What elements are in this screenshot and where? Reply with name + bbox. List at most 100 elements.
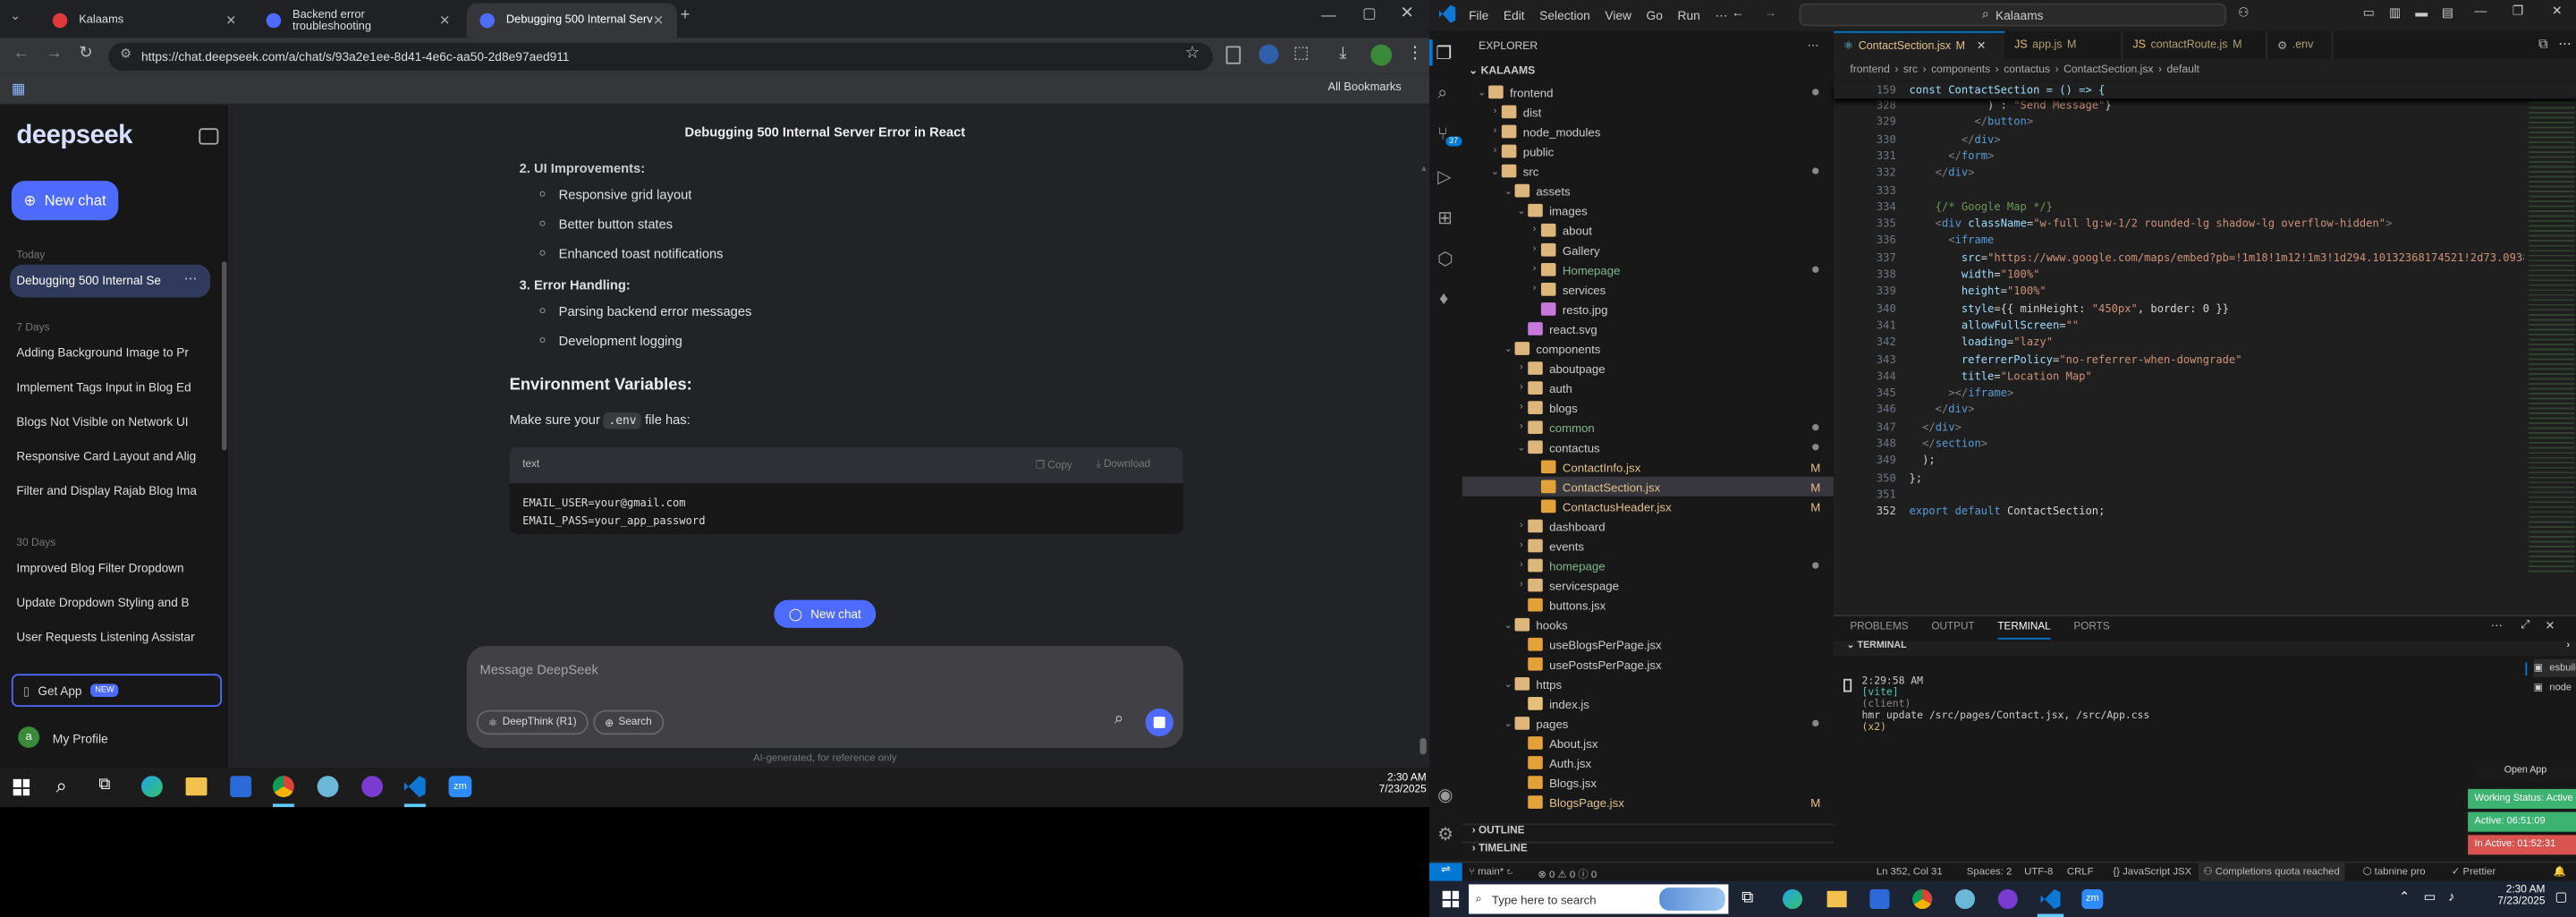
- split-editor-icon[interactable]: ⧉: [2538, 36, 2548, 52]
- new-tab-button[interactable]: +: [681, 6, 691, 24]
- vs-close-button[interactable]: ✕: [2552, 4, 2563, 19]
- tree-item[interactable]: About.jsx: [1462, 733, 1834, 752]
- history-item[interactable]: Adding Background Image to Pr: [16, 345, 197, 361]
- maximize-button[interactable]: ▢: [1362, 5, 1377, 23]
- terminal-instance[interactable]: ▣esbuildfrontend: [2533, 658, 2576, 677]
- maximize-panel-icon[interactable]: ⤢: [2521, 620, 2529, 633]
- task-view-icon[interactable]: ⧉: [1741, 889, 1753, 907]
- menu-item[interactable]: View: [1605, 8, 1631, 23]
- menu-item[interactable]: Edit: [1504, 8, 1525, 23]
- editor-tab[interactable]: ⚛ ContactSection.jsx M ✕: [1833, 30, 2005, 60]
- windows-start-icon[interactable]: [1442, 890, 1460, 908]
- tree-item[interactable]: › Gallery: [1462, 240, 1834, 259]
- close-window-button[interactable]: ✕: [1400, 5, 1413, 23]
- tree-item[interactable]: › aboutpage: [1462, 359, 1834, 378]
- tree-item[interactable]: usePostsPerPage.jsx: [1462, 654, 1834, 674]
- code-line[interactable]: </form>: [1909, 149, 1994, 163]
- code-line[interactable]: </section>: [1909, 437, 1987, 451]
- indentation[interactable]: Spaces: 2: [1967, 866, 2012, 878]
- workspace-root[interactable]: ⌄ KALAAMS: [1469, 64, 1535, 77]
- code-line[interactable]: </button>: [1909, 115, 2033, 129]
- code-line[interactable]: </div>: [1909, 420, 1962, 434]
- toggle-panel-icon[interactable]: ▬: [2415, 5, 2428, 21]
- code-line[interactable]: ) : "Send Message"}: [1909, 98, 2112, 112]
- chat-options-icon[interactable]: ⋯: [184, 271, 198, 286]
- editor-tab[interactable]: JS app.js M: [2004, 30, 2123, 60]
- history-item[interactable]: Blogs Not Visible on Network UI: [16, 414, 197, 429]
- history-item[interactable]: Responsive Card Layout and Alig: [16, 449, 197, 464]
- forward-icon[interactable]: →: [46, 45, 62, 63]
- task-view-icon[interactable]: ⧉: [98, 776, 110, 794]
- get-app-button[interactable]: ▯ Get App NEW: [11, 674, 223, 708]
- tree-item[interactable]: ⌄ hooks: [1462, 615, 1834, 634]
- history-item[interactable]: Improved Blog Filter Dropdown: [16, 561, 197, 576]
- copy-button[interactable]: ❐ Copy: [1035, 459, 1072, 471]
- volume-icon[interactable]: ♪: [2448, 889, 2454, 904]
- app-icon[interactable]: [317, 776, 339, 798]
- encoding[interactable]: UTF-8: [2024, 866, 2053, 878]
- tree-item[interactable]: ⌄ contactus: [1462, 437, 1834, 457]
- search-view-icon[interactable]: ⌕: [1437, 84, 1447, 106]
- tree-item[interactable]: ⌄ assets: [1462, 181, 1834, 200]
- bookmark-star-icon[interactable]: ☆: [1185, 45, 1199, 63]
- menu-item[interactable]: Selection: [1539, 8, 1590, 23]
- tabnine-status[interactable]: ⬡ tabnine pro: [2363, 866, 2426, 878]
- user-avatar[interactable]: a: [18, 726, 40, 748]
- scroll-up-icon[interactable]: ▲: [1419, 165, 1428, 174]
- terminal-scrollbar[interactable]: [2525, 662, 2528, 676]
- browser-tab[interactable]: Kalaams ✕: [39, 4, 250, 38]
- attach-icon[interactable]: ⌕: [1114, 710, 1123, 728]
- notifications-icon[interactable]: 🔔: [2554, 864, 2566, 878]
- search-toggle[interactable]: ⊕ Search: [593, 709, 664, 735]
- menu-item[interactable]: Run: [1677, 8, 1699, 23]
- panel-tab[interactable]: PORTS: [2073, 621, 2109, 639]
- clock[interactable]: 2:30 AM 7/23/2025: [2473, 884, 2545, 907]
- menu-item[interactable]: Go: [1647, 8, 1663, 23]
- chat-scrollbar[interactable]: [1419, 737, 1427, 755]
- account-icon[interactable]: ◉: [1437, 784, 1453, 805]
- code-line[interactable]: </div>: [1909, 403, 1975, 417]
- tree-item[interactable]: Auth.jsx: [1462, 752, 1834, 772]
- url-input[interactable]: ⚙ https://chat.deepseek.com/a/chat/s/93a…: [108, 42, 1213, 72]
- tree-item[interactable]: › dist: [1462, 102, 1834, 122]
- vscode-icon[interactable]: [2040, 888, 2061, 910]
- code-line[interactable]: );: [1909, 454, 1936, 468]
- panel-tab[interactable]: PROBLEMS: [1850, 621, 1908, 639]
- panel-tab[interactable]: TERMINAL: [1997, 621, 2051, 640]
- edge-icon[interactable]: [1783, 888, 1803, 910]
- app-icon[interactable]: [1954, 888, 1975, 910]
- store-icon[interactable]: [230, 776, 252, 798]
- message-input[interactable]: Message DeepSeek: [479, 662, 597, 677]
- menu-more-icon[interactable]: ⋯: [1715, 8, 1727, 23]
- apps-grid-icon[interactable]: ▦: [12, 81, 26, 98]
- code-line[interactable]: width="100%": [1909, 267, 2040, 281]
- tree-item[interactable]: ⌄ components: [1462, 338, 1834, 358]
- vs-maximize-button[interactable]: ❐: [2512, 4, 2523, 19]
- code-view[interactable]: 328 ) : "Send Message"} 329 </button> 330 …: [1834, 98, 2524, 608]
- breadcrumb-item[interactable]: default: [2167, 64, 2199, 76]
- code-line[interactable]: style={{ minHeight: "450px", border: 0 }…: [1909, 301, 2229, 315]
- remote-icon[interactable]: ⬡: [1437, 248, 1453, 269]
- back-icon[interactable]: ←: [13, 45, 30, 63]
- panel-tab[interactable]: OUTPUT: [1931, 621, 1974, 639]
- store-icon[interactable]: [1869, 888, 1890, 910]
- all-bookmarks[interactable]: All Bookmarks: [1328, 82, 1402, 94]
- tree-item[interactable]: ContactInfo.jsx M: [1462, 457, 1834, 477]
- manage-gear-icon[interactable]: ⚙: [1437, 823, 1453, 845]
- tree-item[interactable]: react.svg: [1462, 318, 1834, 338]
- extension-blue-icon[interactable]: [1258, 44, 1279, 64]
- sticky-scroll[interactable]: 159 const ContactSection = () => {: [1833, 81, 2576, 99]
- tab-search-icon[interactable]: ⌄: [10, 8, 21, 23]
- history-item[interactable]: User Requests Listening Assistar: [16, 630, 197, 645]
- tree-item[interactable]: ⌄ https: [1462, 674, 1834, 693]
- file-explorer-icon[interactable]: [1826, 890, 1847, 908]
- code-line[interactable]: src="https://www.google.com/maps/embed?p…: [1909, 251, 2524, 265]
- edge-icon[interactable]: [141, 776, 163, 798]
- menu-item[interactable]: File: [1469, 8, 1488, 23]
- history-item[interactable]: Filter and Display Rajab Blog Ima: [16, 483, 197, 498]
- minimap[interactable]: [2529, 81, 2575, 576]
- minimize-button[interactable]: —: [1321, 6, 1336, 22]
- nav-forward-icon[interactable]: →: [1765, 5, 1777, 21]
- extension-icon[interactable]: [1225, 46, 1241, 64]
- code-line[interactable]: <iframe: [1909, 234, 1994, 248]
